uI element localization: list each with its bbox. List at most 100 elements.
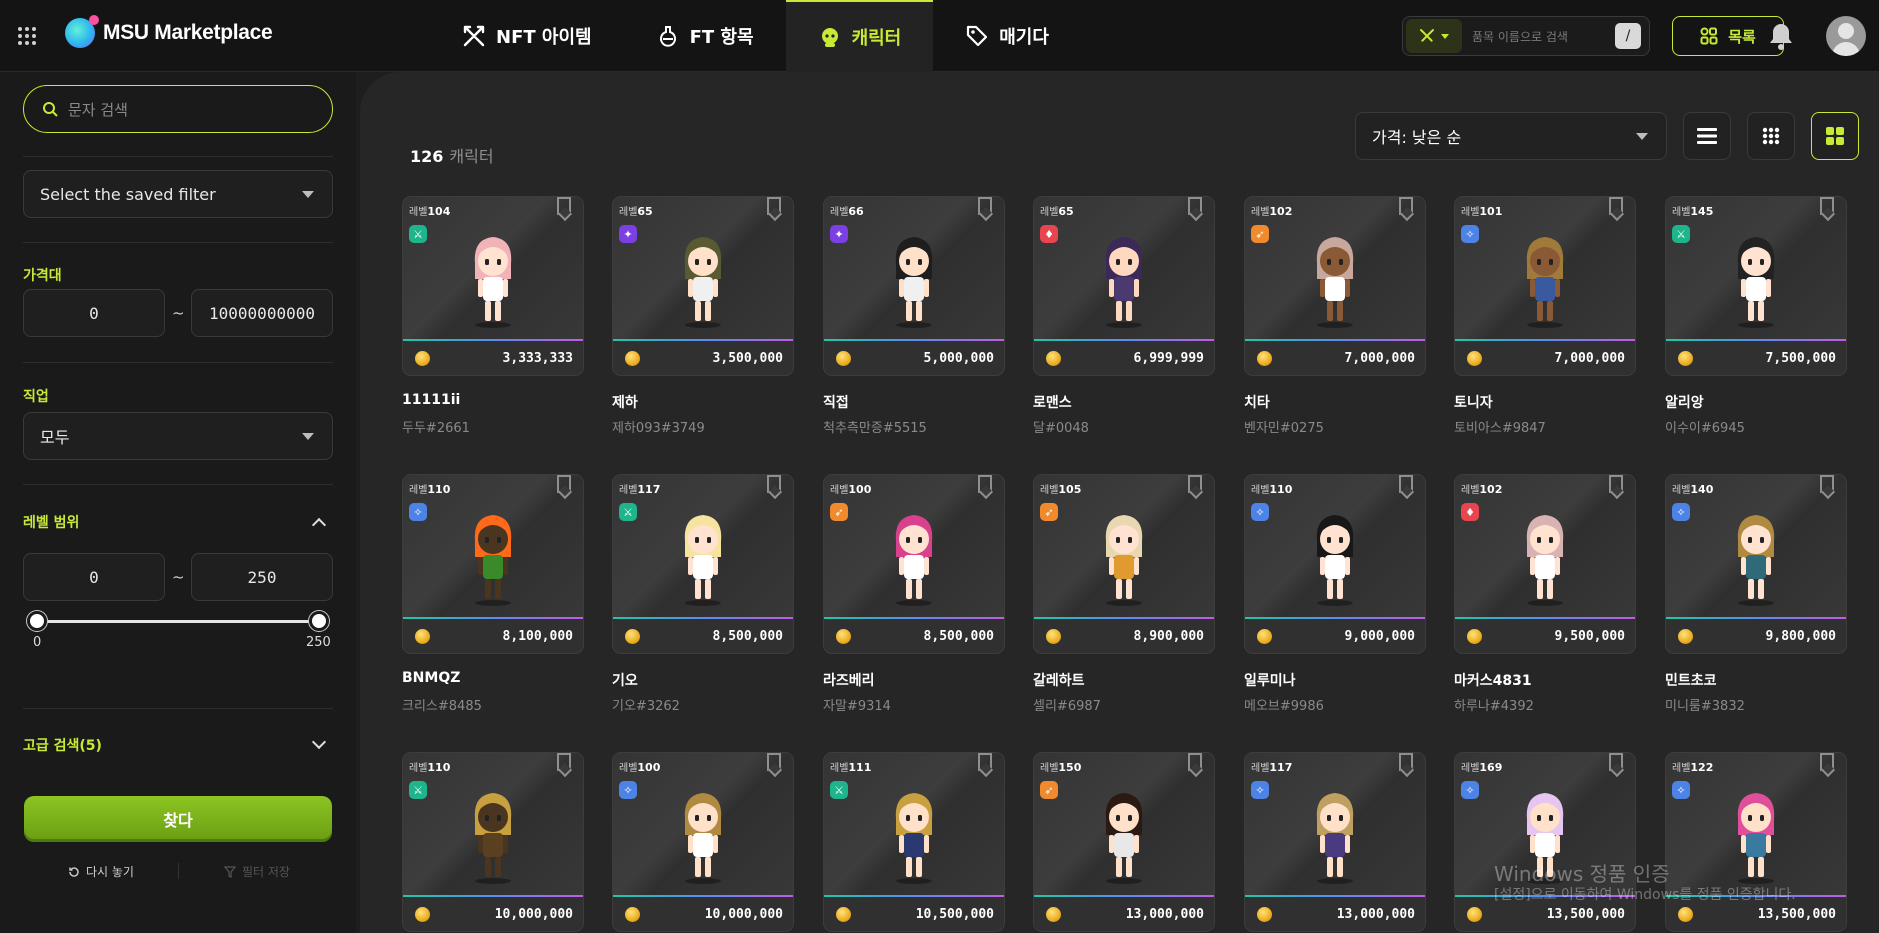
- character-name[interactable]: 기오: [612, 670, 638, 690]
- bookmark-icon[interactable]: [767, 475, 781, 493]
- character-card[interactable]: 레벨110 ✧ 8,100,000: [402, 474, 584, 654]
- character-name[interactable]: BNMQZ: [402, 670, 460, 686]
- character-card[interactable]: 레벨102 ♦ 9,500,000: [1454, 474, 1636, 654]
- category-dropdown[interactable]: [1406, 19, 1462, 53]
- character-card[interactable]: 레벨169 ✧ 13,500,000: [1454, 752, 1636, 932]
- level-value: 66: [848, 205, 864, 218]
- potion-icon: [659, 26, 676, 47]
- character-card[interactable]: 레벨102 ➶ 7,000,000: [1244, 196, 1426, 376]
- card-price: 8,500,000: [712, 629, 783, 644]
- character-name[interactable]: 일루미나: [1244, 670, 1296, 690]
- saved-filter-value: Select the saved filter: [40, 184, 216, 204]
- character-name[interactable]: 갈레하트: [1033, 670, 1085, 690]
- app-grid-menu-icon[interactable]: [18, 27, 36, 45]
- level-badge: 레벨104: [409, 203, 450, 218]
- character-card[interactable]: 레벨65 ♦ 6,999,999: [1033, 196, 1215, 376]
- character-card[interactable]: 레벨100 ➶ 8,500,000: [823, 474, 1005, 654]
- character-card[interactable]: 레벨145 ⚔ 7,500,000: [1665, 196, 1847, 376]
- level-max-input[interactable]: 250: [191, 553, 333, 601]
- level-badge: 레벨150: [1040, 759, 1081, 774]
- bookmark-icon[interactable]: [1609, 197, 1623, 215]
- character-name[interactable]: 치타: [1244, 392, 1270, 412]
- character-name[interactable]: 라즈베리: [823, 670, 875, 690]
- character-name[interactable]: 알리앙: [1665, 392, 1704, 412]
- compact-grid-view-button[interactable]: [1747, 112, 1795, 160]
- chevron-down-icon[interactable]: [311, 734, 327, 750]
- character-card[interactable]: 레벨66 ✦ 5,000,000: [823, 196, 1005, 376]
- bookmark-icon[interactable]: [978, 197, 992, 215]
- character-name[interactable]: 토니자: [1454, 392, 1493, 412]
- price-max-input[interactable]: 10000000000: [191, 289, 333, 337]
- bookmark-icon[interactable]: [557, 753, 571, 771]
- bookmark-icon[interactable]: [1188, 475, 1202, 493]
- character-card[interactable]: 레벨104 ⚔ 3,333,333: [402, 196, 584, 376]
- bookmark-icon[interactable]: [767, 753, 781, 771]
- level-slider-max-handle[interactable]: [309, 611, 329, 631]
- bookmark-icon[interactable]: [1820, 197, 1834, 215]
- job-select[interactable]: 모두: [23, 412, 333, 460]
- tab-nft-items[interactable]: NFT 아이템: [430, 0, 624, 72]
- find-button[interactable]: 찾다: [24, 796, 332, 842]
- owner-id: 크리스#8485: [402, 699, 482, 714]
- bookmark-icon[interactable]: [1399, 475, 1413, 493]
- bookmark-icon[interactable]: [978, 475, 992, 493]
- level-min-input[interactable]: 0: [23, 553, 165, 601]
- character-sprite: [895, 237, 933, 328]
- bookmark-icon[interactable]: [1188, 197, 1202, 215]
- character-card[interactable]: 레벨100 ✧ 10,000,000: [612, 752, 794, 932]
- price-min-input[interactable]: 0: [23, 289, 165, 337]
- character-card[interactable]: 레벨105 ➶ 8,900,000: [1033, 474, 1215, 654]
- character-card[interactable]: 레벨111 ⚔ 10,500,000: [823, 752, 1005, 932]
- user-avatar[interactable]: [1826, 16, 1866, 56]
- saved-filter-select[interactable]: Select the saved filter: [23, 170, 333, 218]
- character-name[interactable]: 11111ii: [402, 392, 460, 408]
- character-card[interactable]: 레벨110 ✧ 9,000,000: [1244, 474, 1426, 654]
- marketplace-logo[interactable]: MSU Marketplace: [65, 15, 273, 48]
- character-name[interactable]: 민트초코: [1665, 670, 1717, 690]
- bookmark-icon[interactable]: [1609, 753, 1623, 771]
- bookmark-icon[interactable]: [1188, 753, 1202, 771]
- character-card[interactable]: 레벨150 ➶ 13,000,000: [1033, 752, 1215, 932]
- bookmark-icon[interactable]: [1399, 753, 1413, 771]
- character-card[interactable]: 레벨140 ✧ 9,800,000: [1665, 474, 1847, 654]
- character-name[interactable]: 마커스4831: [1454, 670, 1532, 690]
- list-view-button[interactable]: [1683, 112, 1731, 160]
- bookmark-icon[interactable]: [557, 475, 571, 493]
- character-card[interactable]: 레벨122 ✧ 13,500,000: [1665, 752, 1847, 932]
- bookmark-icon[interactable]: [1820, 475, 1834, 493]
- notification-bell-icon[interactable]: [1768, 22, 1794, 50]
- tab-characters[interactable]: 캐릭터: [785, 0, 934, 72]
- sort-select[interactable]: 가격: 낮은 순: [1355, 112, 1667, 160]
- bookmark-icon[interactable]: [1399, 197, 1413, 215]
- character-search-input[interactable]: 문자 검색: [23, 85, 333, 133]
- character-card[interactable]: 레벨110 ⚔ 10,000,000: [402, 752, 584, 932]
- character-name[interactable]: 직접: [823, 392, 849, 412]
- character-sprite: [684, 237, 722, 328]
- bookmark-icon[interactable]: [978, 753, 992, 771]
- character-card[interactable]: 레벨65 ✦ 3,500,000: [612, 196, 794, 376]
- advanced-search-label[interactable]: 고급 검색(5): [23, 735, 102, 755]
- large-grid-view-button[interactable]: [1811, 112, 1859, 160]
- tab-ft-items[interactable]: FT 항목: [624, 0, 786, 72]
- chevron-up-icon[interactable]: [311, 517, 327, 533]
- level-value: 111: [848, 761, 872, 774]
- bookmark-icon[interactable]: [1820, 753, 1834, 771]
- level-value: 150: [1058, 761, 1082, 774]
- level-slider-min-handle[interactable]: [27, 611, 47, 631]
- reset-button[interactable]: 다시 놓기: [68, 863, 134, 880]
- bookmark-icon[interactable]: [767, 197, 781, 215]
- bookmark-icon[interactable]: [557, 197, 571, 215]
- character-name[interactable]: 로맨스: [1033, 392, 1072, 412]
- character-card[interactable]: 레벨117 ✧ 13,000,000: [1244, 752, 1426, 932]
- character-card[interactable]: 레벨117 ⚔ 8,500,000: [612, 474, 794, 654]
- tab-price[interactable]: 매기다: [933, 0, 1081, 72]
- level-slider-track[interactable]: [37, 620, 319, 623]
- item-search-box[interactable]: 품목 이름으로 검색 /: [1402, 16, 1650, 56]
- item-search-input[interactable]: 품목 이름으로 검색: [1462, 28, 1615, 45]
- bookmark-icon[interactable]: [1609, 475, 1623, 493]
- level-badge: 레벨117: [1251, 759, 1292, 774]
- save-filter-button[interactable]: 필터 저장: [224, 863, 290, 880]
- character-name[interactable]: 제하: [612, 392, 638, 412]
- owner-id: 메오브#9986: [1244, 699, 1324, 714]
- character-card[interactable]: 레벨101 ✧ 7,000,000: [1454, 196, 1636, 376]
